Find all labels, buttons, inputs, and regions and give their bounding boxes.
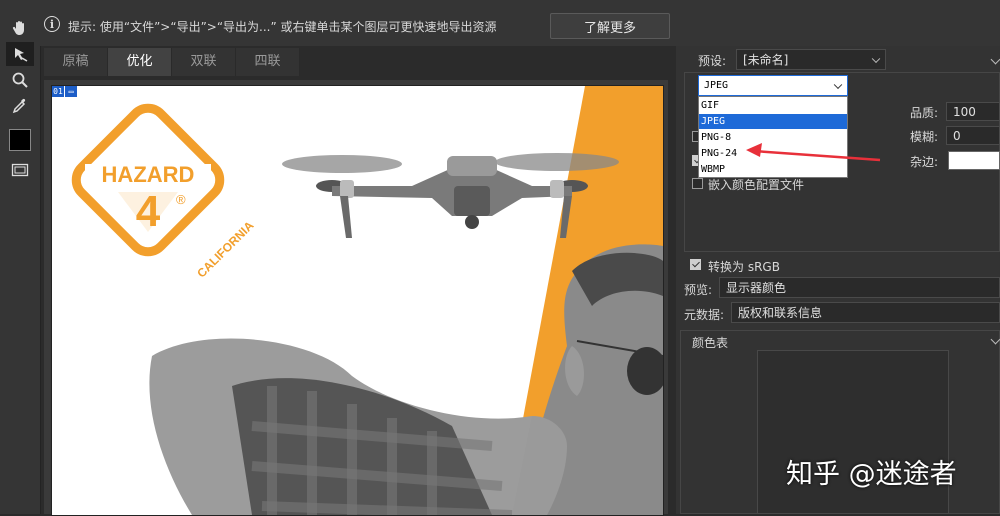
matte-color-swatch[interactable] [948,151,1000,170]
hazard-4-logo: HAZARD 4 ® CALIFORNIA [71,103,257,281]
quality-input[interactable]: 100 [946,102,1000,121]
metadata-select[interactable]: 版权和联系信息 [731,302,1000,323]
quality-label: 品质: [910,106,939,120]
image-preview[interactable]: HAZARD 4 ® CALIFORNIA [51,85,664,516]
preset-label: 预设: [698,54,727,68]
info-icon: i [44,16,60,32]
watermark-text: 知乎 @迷途者 [786,459,957,490]
logo-region-text: CALIFORNIA [194,218,256,280]
blur-input[interactable]: 0 [946,126,1000,145]
preview-label: 预览: [684,283,713,297]
slice-select-tool-icon[interactable] [6,42,34,66]
chevron-down-icon [833,80,843,89]
hint-bar: i 提示: 使用“文件”>“导出”>“导出为...” 或右键单击某个图层可更快速… [40,0,1000,46]
preview-select[interactable]: 显示器颜色 [719,277,1000,298]
learn-more-button[interactable]: 了解更多 [550,13,670,39]
format-select[interactable]: JPEG [698,75,848,96]
format-value: JPEG [704,80,729,91]
convert-srgb-label: 转换为 sRGB [708,260,780,274]
embed-profile-label: 嵌入颜色配置文件 [708,178,805,192]
eyedropper-color-swatch[interactable] [9,129,31,151]
preview-artwork: HAZARD 4 ® CALIFORNIA [71,86,663,515]
slice-type-icon: ▭ [65,86,77,97]
preset-value: [未命名] [743,53,789,67]
chevron-down-icon [871,54,881,63]
person-image [149,244,663,515]
format-option-jpeg[interactable]: JPEG [699,114,847,129]
blur-label: 模糊: [910,130,939,144]
hint-text: 提示: 使用“文件”>“导出”>“导出为...” 或右键单击某个图层可更快速地导… [68,20,497,34]
preset-select[interactable]: [未命名] [736,49,886,70]
toggle-slices-visibility-icon[interactable] [6,158,34,182]
view-tabs: 原稿 优化 双联 四联 [44,48,668,76]
format-option-gif[interactable]: GIF [699,98,847,113]
slice-number: 01 [52,86,64,97]
preview-value: 显示器颜色 [726,281,787,295]
logo-number-text: 4 [136,187,161,236]
matte-label: 杂边: [910,155,939,169]
convert-srgb-checkbox[interactable] [690,259,701,270]
zoom-tool-icon[interactable] [6,68,34,92]
color-table-label: 颜色表 [692,336,729,350]
logo-brand-text: HAZARD [102,162,195,187]
tab-4-up[interactable]: 四联 [236,48,300,76]
hand-tool-icon[interactable] [6,16,34,40]
tab-2-up[interactable]: 双联 [172,48,236,76]
slice-badge: 01 ▭ [52,86,77,98]
metadata-label: 元数据: [684,308,725,322]
embed-profile-checkbox[interactable] [692,178,703,189]
eyedropper-tool-icon[interactable] [6,94,34,118]
tool-panel [0,0,41,514]
tab-optimized[interactable]: 优化 [108,48,172,76]
tab-original[interactable]: 原稿 [44,48,108,76]
annotation-arrow [746,143,881,162]
metadata-value: 版权和联系信息 [738,306,823,320]
logo-registered-mark: ® [176,192,186,207]
